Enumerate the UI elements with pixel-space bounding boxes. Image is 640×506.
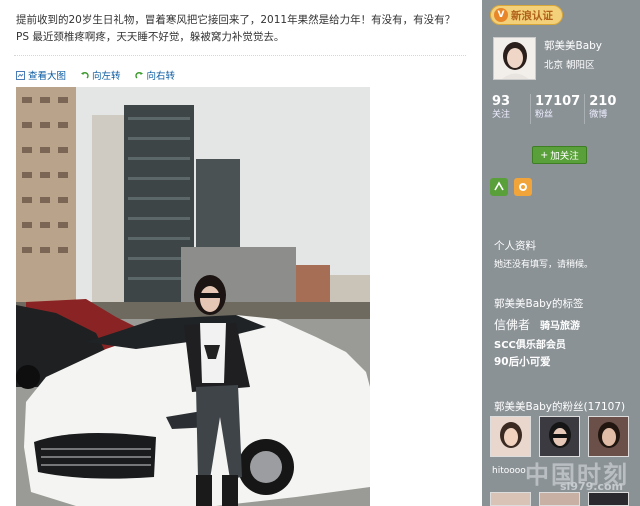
view-large-icon: [16, 70, 25, 80]
fan-avatar[interactable]: [588, 492, 629, 506]
divider: [14, 55, 466, 56]
rotate-left-icon: [80, 71, 89, 80]
stat-weibo-count: 210: [589, 94, 617, 109]
tag-list: 信佛者 骑马旅游 SCC俱乐部会员 90后小可爱: [494, 316, 634, 369]
profile-sidebar: V 新浪认证 郭美美Baby 北京 朝阳区 93 关注 17107 粉丝 210…: [482, 0, 640, 506]
rotate-right-link[interactable]: 向右转: [134, 68, 176, 82]
image-toolbar: 查看大图 向左转 向右转: [16, 68, 175, 82]
main-feed: 提前收到的20岁生日礼物，冒着寒风把它接回来了，2011年果然是给力年！有没有，…: [0, 0, 482, 506]
rotate-right-icon: [134, 71, 144, 80]
stat-following[interactable]: 93 关注: [490, 94, 530, 124]
plus-icon: +: [540, 149, 549, 161]
profile-info-title[interactable]: 个人资料: [494, 238, 536, 253]
tag-item[interactable]: SCC俱乐部会员: [494, 336, 634, 351]
watermark-site: sl979.com: [560, 480, 623, 493]
stat-following-count: 93: [492, 94, 511, 109]
post-text: 提前收到的20岁生日礼物，冒着寒风把它接回来了，2011年果然是给力年！有没有，…: [16, 14, 456, 43]
follow-button[interactable]: + 加关注: [532, 146, 587, 164]
stat-fans-label: 粉丝: [535, 110, 554, 120]
verified-label: 新浪认证: [511, 9, 553, 22]
fan-avatar[interactable]: [490, 492, 531, 506]
app-icon-orange[interactable]: [514, 178, 532, 196]
follow-label: 加关注: [550, 151, 579, 162]
stat-weibo-label: 微博: [589, 110, 608, 120]
fans-grid-row2: [490, 492, 630, 506]
username[interactable]: 郭美美Baby: [544, 38, 602, 53]
stat-weibo[interactable]: 210 微博: [584, 94, 620, 124]
avatar[interactable]: [493, 37, 536, 80]
rotate-left-link[interactable]: 向左转: [80, 68, 121, 82]
fan-avatar[interactable]: [588, 416, 629, 457]
fan-avatar[interactable]: [539, 416, 580, 457]
rotate-left-label: 向左转: [92, 71, 121, 82]
stat-fans-count: 17107: [535, 94, 581, 109]
stat-fans[interactable]: 17107 粉丝: [530, 94, 584, 124]
fans-title[interactable]: 郭美美Baby的粉丝(17107): [494, 399, 625, 414]
stat-following-label: 关注: [492, 110, 511, 120]
view-large-label: 查看大图: [28, 71, 67, 82]
tag-item[interactable]: 骑马旅游: [540, 317, 580, 332]
sina-verified-badge[interactable]: V 新浪认证: [490, 5, 563, 25]
verified-icon: V: [494, 8, 508, 22]
fan-avatar[interactable]: [539, 492, 580, 506]
tags-title: 郭美美Baby的标签: [494, 298, 584, 310]
user-location: 北京 朝阳区: [544, 60, 595, 71]
post-photo[interactable]: [16, 87, 370, 506]
profile-info-empty: 她还没有填写，请稍候。: [494, 260, 594, 270]
rotate-right-label: 向右转: [146, 71, 176, 82]
tag-item[interactable]: 信佛者: [494, 316, 530, 333]
app-icon-green[interactable]: [490, 178, 508, 196]
user-stats: 93 关注 17107 粉丝 210 微博: [490, 94, 630, 124]
tag-item[interactable]: 90后小可爱: [494, 354, 634, 369]
fan-avatar[interactable]: [490, 416, 531, 457]
fan-name[interactable]: hitoooo: [492, 466, 526, 476]
view-large-link[interactable]: 查看大图: [16, 68, 66, 82]
